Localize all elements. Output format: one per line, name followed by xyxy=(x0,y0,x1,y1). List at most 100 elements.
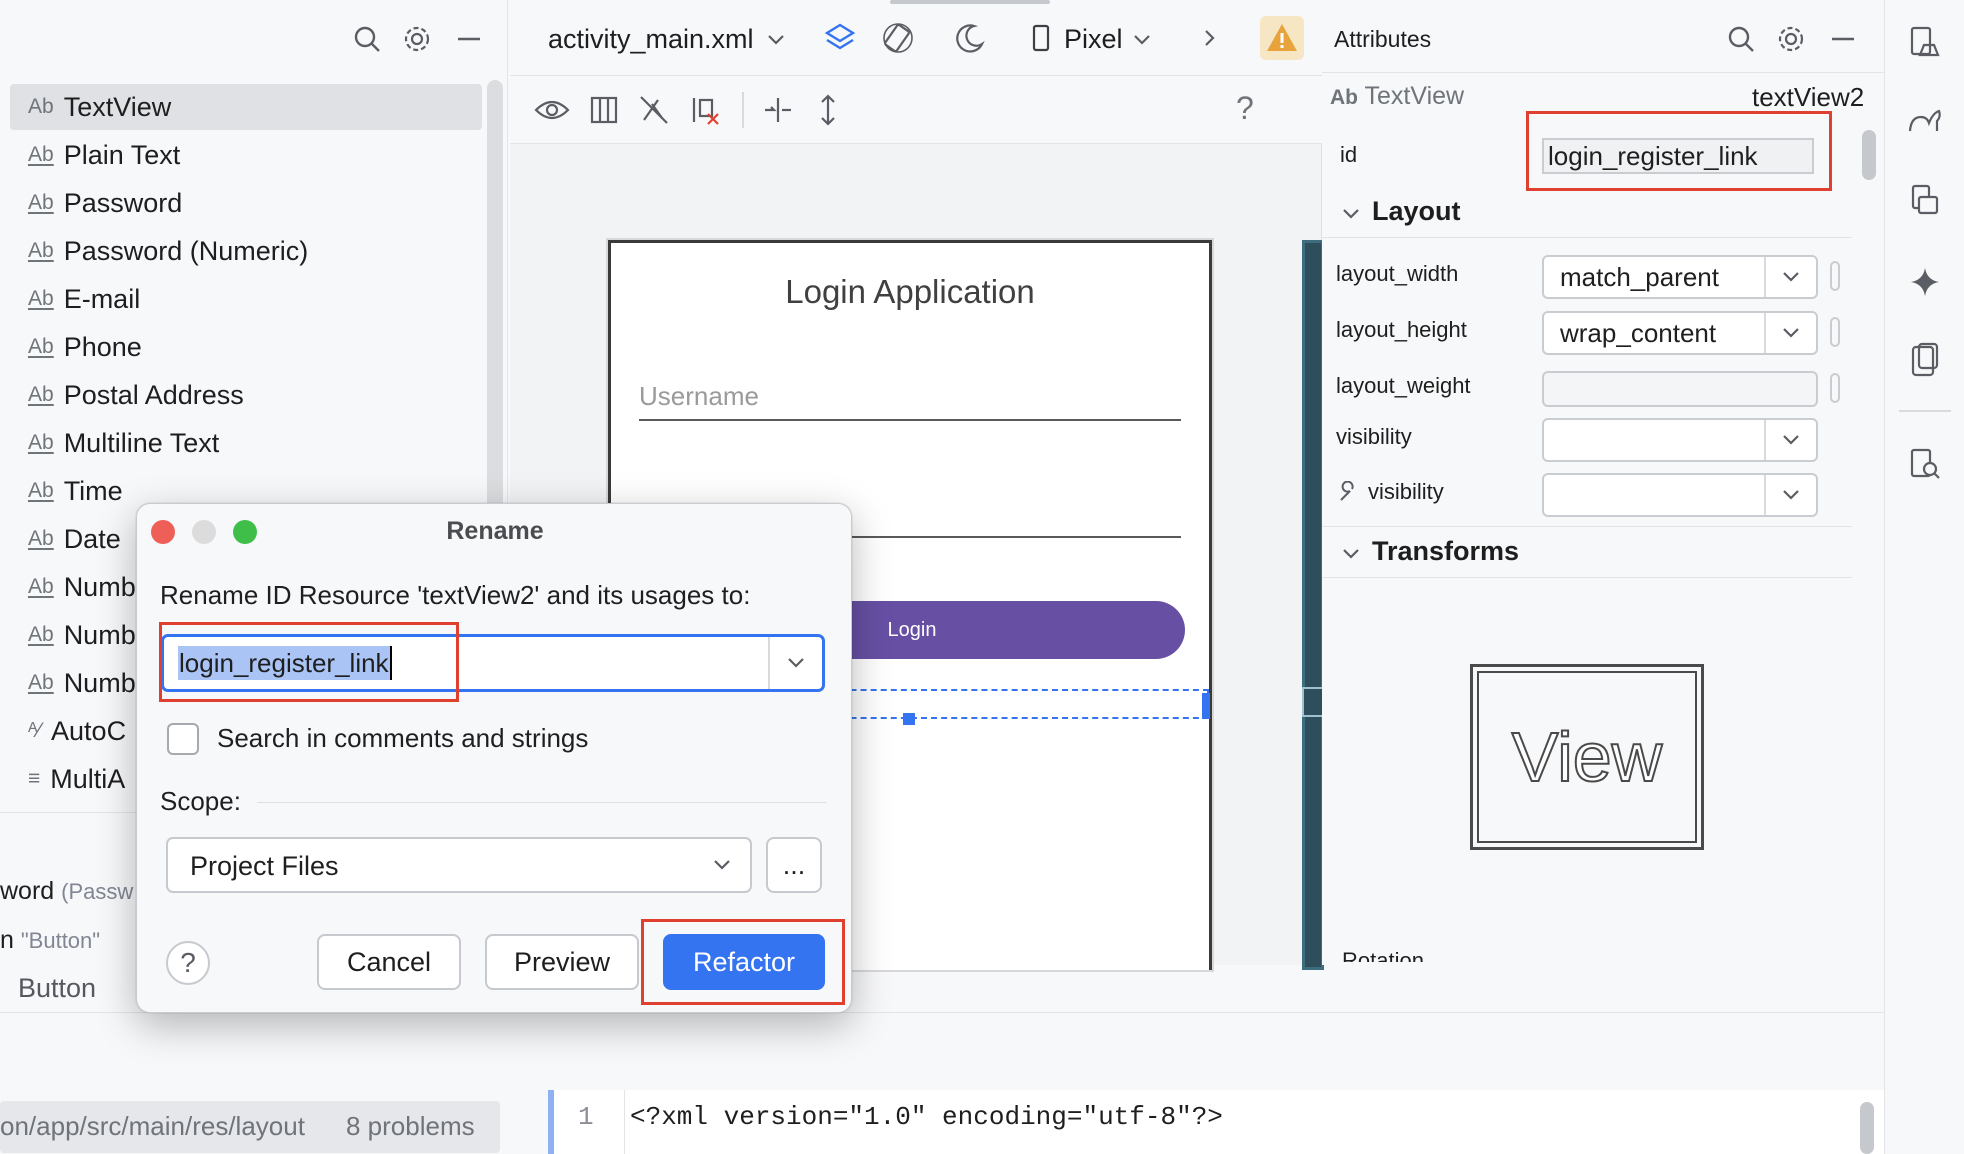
chevron-down-icon[interactable] xyxy=(1764,313,1816,353)
resource-manager-icon[interactable] xyxy=(1905,180,1945,220)
attrs-scrollbar[interactable] xyxy=(1862,130,1876,180)
chevron-down-icon[interactable] xyxy=(1340,544,1362,564)
palette-item-label: Password xyxy=(63,187,183,218)
device-dropdown[interactable]: Pixel xyxy=(1064,24,1123,55)
attr-side-handle[interactable] xyxy=(1830,373,1840,403)
layers-icon[interactable] xyxy=(820,18,860,58)
chevron-down-icon[interactable] xyxy=(1764,257,1816,297)
chevron-down-icon[interactable] xyxy=(1764,420,1816,460)
layout-inspector-icon[interactable] xyxy=(1905,444,1945,484)
gear-icon[interactable] xyxy=(1774,22,1808,56)
scope-dropdown[interactable]: Project Files xyxy=(166,837,752,893)
problems-count[interactable]: 8 problems xyxy=(346,1111,475,1142)
orientation-icon[interactable] xyxy=(878,18,918,58)
scope-label: Scope: xyxy=(160,786,241,816)
cancel-button[interactable]: Cancel xyxy=(317,934,461,990)
tree-row-button-label[interactable]: Button xyxy=(18,973,96,1004)
right-tool-stripe xyxy=(1884,0,1964,1154)
dialog-title: Rename xyxy=(446,517,544,545)
pack-horizontal-icon[interactable] xyxy=(758,90,798,130)
tree-row-button[interactable]: n "Button" xyxy=(0,926,100,955)
attr-field[interactable]: wrap_content xyxy=(1542,311,1818,355)
palette-item[interactable]: Ab Password xyxy=(10,180,482,226)
help-button[interactable]: ? xyxy=(166,941,210,985)
scope-more-button[interactable]: ... xyxy=(766,837,822,893)
palette-item-label: TextView xyxy=(63,91,172,122)
clear-constraints-icon[interactable] xyxy=(686,90,726,130)
username-field-hint[interactable]: Username xyxy=(639,381,759,412)
chevron-down-icon[interactable] xyxy=(768,637,822,689)
chevron-down-icon[interactable] xyxy=(764,28,788,52)
palette-item-label: Numb xyxy=(63,571,136,602)
search-comments-label[interactable]: Search in comments and strings xyxy=(217,723,588,754)
widget-type: Ab TextView xyxy=(1330,82,1465,110)
attr-field[interactable] xyxy=(1542,473,1818,517)
text-widget-icon: Ab xyxy=(28,671,54,694)
warning-button[interactable] xyxy=(1260,16,1304,60)
palette-item[interactable]: Ab E-mail xyxy=(10,276,482,322)
code-scrollbar[interactable] xyxy=(1860,1102,1874,1154)
attr-field[interactable]: match_parent xyxy=(1542,255,1818,299)
running-devices-icon[interactable] xyxy=(1905,340,1945,380)
view-preview-label: View xyxy=(1477,671,1697,843)
layout-section-header[interactable]: Layout xyxy=(1372,196,1461,227)
search-icon[interactable] xyxy=(1724,22,1758,56)
status-path[interactable]: on/app/src/main/res/layout xyxy=(0,1111,305,1142)
eye-icon[interactable] xyxy=(532,90,572,130)
chevron-down-icon xyxy=(712,857,732,873)
attr-side-handle[interactable] xyxy=(1830,317,1840,347)
palette-item[interactable]: Ab Phone xyxy=(10,324,482,370)
transforms-divider-top xyxy=(1322,526,1852,527)
text-widget-icon: Ab xyxy=(28,143,54,166)
attr-field[interactable] xyxy=(1542,418,1818,462)
toolbar-separator xyxy=(742,92,744,128)
minimize-icon[interactable] xyxy=(1826,22,1860,56)
code-line-1[interactable]: <?xml version="1.0" encoding="utf-8"?> xyxy=(630,1102,1223,1132)
palette-item[interactable]: Ab TextView xyxy=(10,84,482,130)
minimize-icon[interactable] xyxy=(452,22,486,56)
tree-row-password[interactable]: word (Passw xyxy=(0,877,133,906)
chevron-down-icon[interactable] xyxy=(1130,28,1154,52)
attributes-panel: Attributes Ab TextView textView2 id logi… xyxy=(1322,0,1884,965)
palette-item-label: Multiline Text xyxy=(63,427,220,458)
preview-button[interactable]: Preview xyxy=(485,934,639,990)
device-icon[interactable] xyxy=(1028,22,1054,54)
chevron-down-icon[interactable] xyxy=(1340,204,1362,224)
attr-label: layout_width xyxy=(1336,261,1459,286)
file-name-dropdown[interactable]: activity_main.xml xyxy=(548,24,754,55)
palette-item-label: Date xyxy=(63,523,121,554)
palette-item-label: Numb xyxy=(63,619,136,650)
username-underline xyxy=(639,419,1181,421)
editor-toolbar: activity_main.xml Pixel xyxy=(510,0,1322,76)
attr-value: match_parent xyxy=(1560,261,1719,292)
attr-field[interactable] xyxy=(1542,371,1818,407)
night-mode-icon[interactable] xyxy=(950,18,990,58)
chevron-down-icon[interactable] xyxy=(1764,475,1816,515)
columns-icon[interactable] xyxy=(584,90,624,130)
help-button[interactable]: ? xyxy=(1236,90,1254,127)
gradle-icon[interactable] xyxy=(1905,100,1945,140)
resize-handle[interactable] xyxy=(1202,693,1210,719)
device-manager-icon[interactable] xyxy=(1905,22,1945,62)
palette-item[interactable]: Ab Postal Address xyxy=(10,372,482,418)
text-widget-icon: Ab xyxy=(28,287,54,310)
gear-icon[interactable] xyxy=(400,22,434,56)
line-number: 1 xyxy=(578,1102,594,1132)
constraint-handle[interactable] xyxy=(903,713,915,725)
search-icon[interactable] xyxy=(350,22,384,56)
search-comments-checkbox[interactable] xyxy=(167,723,199,755)
chevron-right-icon[interactable] xyxy=(1198,26,1222,50)
palette-item[interactable]: Ab Password (Numeric) xyxy=(10,228,482,274)
palette-item-label: Plain Text xyxy=(63,139,181,170)
palette-item-label: Postal Address xyxy=(63,379,244,410)
text-widget-icon: Ab xyxy=(28,239,54,262)
name-highlight-box xyxy=(159,622,459,702)
attr-side-handle[interactable] xyxy=(1830,261,1840,291)
magic-off-icon[interactable] xyxy=(634,90,674,130)
autocomplete-icon: ᴬ⁄ xyxy=(28,719,42,742)
palette-item[interactable]: Ab Plain Text xyxy=(10,132,482,178)
vertical-arrow-icon[interactable] xyxy=(808,90,848,130)
gemini-icon[interactable] xyxy=(1905,262,1945,302)
transforms-section-header[interactable]: Transforms xyxy=(1372,536,1519,567)
palette-item[interactable]: Ab Multiline Text xyxy=(10,420,482,466)
